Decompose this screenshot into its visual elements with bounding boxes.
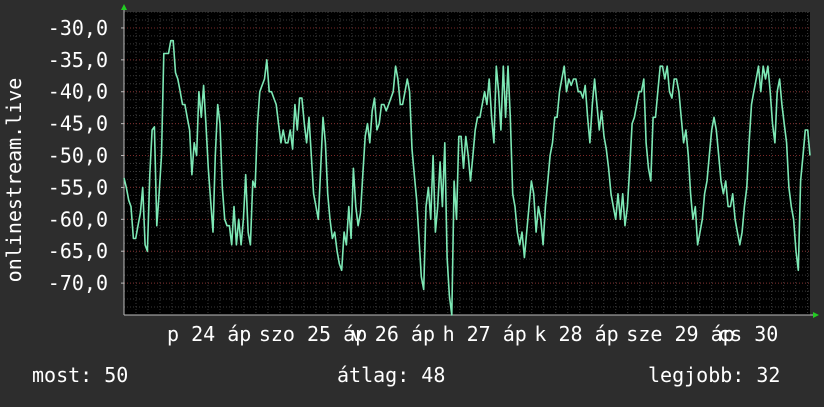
y-tick-label: -55,0 — [48, 175, 108, 199]
y-tick-label: -50,0 — [48, 144, 108, 168]
y-tick-label: -30,0 — [48, 16, 108, 40]
average-value-label: átlag: 48 — [337, 363, 445, 387]
x-tick-label: k 28 áp — [534, 322, 618, 346]
x-tick-label: h 27 áp — [443, 322, 527, 346]
x-tick-label: p 24 áp — [167, 322, 251, 346]
y-tick-label: -60,0 — [48, 207, 108, 231]
line-chart: -30,0 -35,0 -40,0 -45,0 -50,0 -55,0 -60,0 -65,0… — [0, 0, 824, 402]
y-axis-label: onlinestream.live — [2, 78, 26, 283]
x-axis-ticks: p 24 áp szo 25 ápv 26 áp h 27 áp k 28 áp sze… — [167, 322, 778, 346]
y-tick-label: -40,0 — [48, 80, 108, 104]
current-value-label: most: 50 — [32, 363, 128, 387]
y-tick-label: -70,0 — [48, 271, 108, 295]
y-tick-label: -65,0 — [48, 239, 108, 263]
x-tick-label: v 26 áp — [351, 322, 435, 346]
y-tick-label: -45,0 — [48, 112, 108, 136]
y-tick-label: -35,0 — [48, 48, 108, 72]
x-tick-label: cs 30 — [718, 322, 778, 346]
best-value-label: legjobb: 32 — [648, 363, 780, 387]
chart-container: -30,0 -35,0 -40,0 -45,0 -50,0 -55,0 -60,0 -65,0… — [0, 0, 824, 402]
